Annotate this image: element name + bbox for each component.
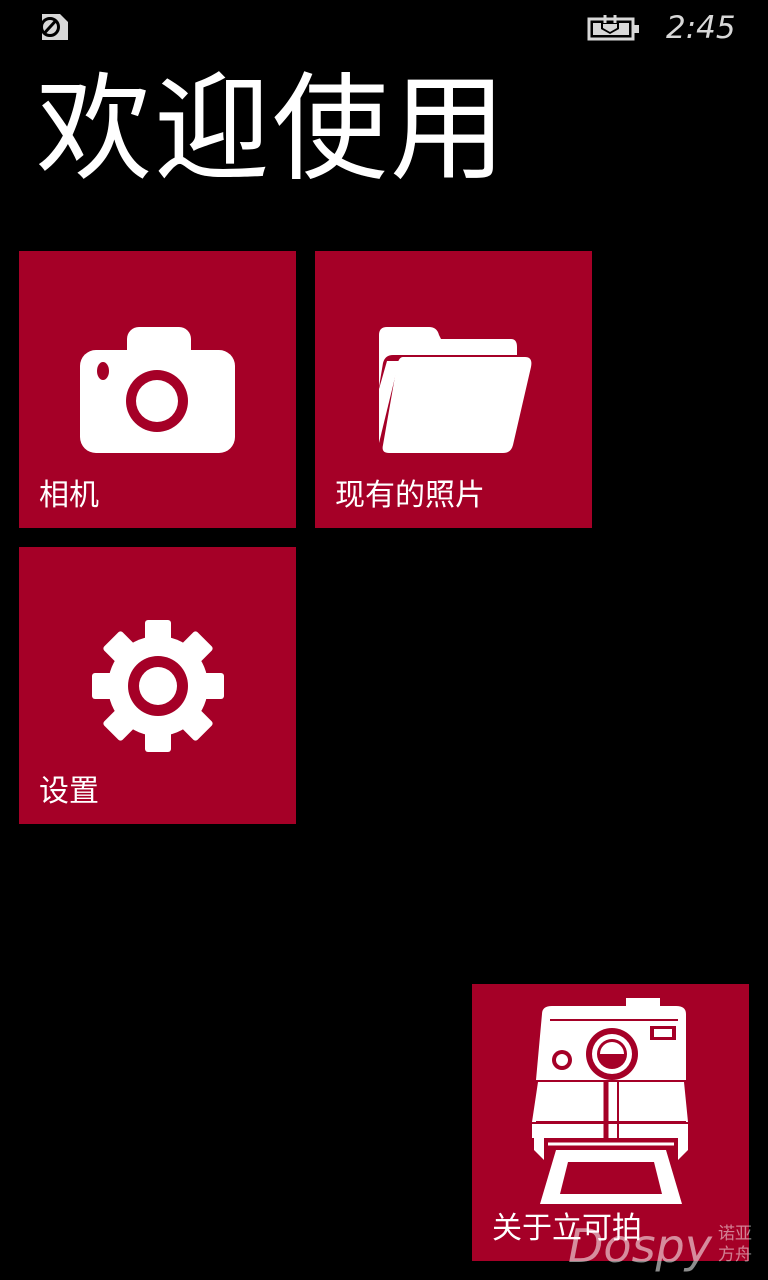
page-title: 欢迎使用 <box>36 62 508 197</box>
gear-icon <box>92 620 224 752</box>
status-bar: 2:45 <box>0 0 768 54</box>
existing-photos-tile-label: 现有的照片 <box>335 478 485 513</box>
camera-icon <box>80 327 235 453</box>
settings-tile-label: 设置 <box>39 774 99 809</box>
settings-tile[interactable]: 设置 <box>19 547 296 824</box>
clock: 2:45 <box>666 10 736 46</box>
about-tile-label: 关于立可拍 <box>492 1211 642 1246</box>
instant-camera-icon <box>532 998 688 1204</box>
existing-photos-tile[interactable]: 现有的照片 <box>315 251 592 528</box>
folder-icon <box>379 327 532 453</box>
no-sim-icon <box>40 14 68 40</box>
camera-tile-label: 相机 <box>39 478 99 513</box>
camera-tile[interactable]: 相机 <box>19 251 296 528</box>
about-tile[interactable]: 关于立可拍 <box>472 984 749 1261</box>
battery-charging-icon <box>587 15 639 41</box>
